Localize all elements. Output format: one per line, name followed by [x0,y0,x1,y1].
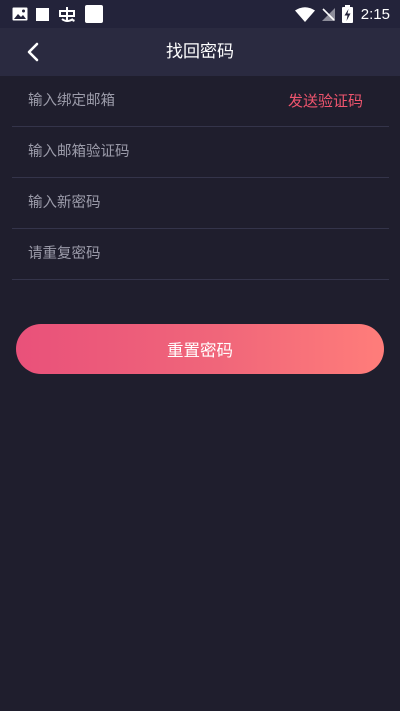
status-left-icons [12,5,103,23]
chevron-left-icon [26,42,40,62]
code-row [12,127,389,178]
verification-code-input[interactable] [28,127,373,177]
no-sim-icon [321,6,336,22]
bug-icon [57,5,77,23]
new-password-row [12,178,389,229]
battery-charging-icon [341,5,353,23]
status-right-icons: 2:15 [294,5,390,23]
app-notification-icon [85,5,103,23]
new-password-input[interactable] [28,178,373,228]
page-title: 找回密码 [166,42,234,62]
status-time: 2:15 [360,5,390,23]
status-bar: 2:15 [0,0,400,28]
back-button[interactable] [16,36,50,68]
repeat-password-row [12,229,389,280]
email-row: 发送验证码 [12,76,389,127]
nav-bar: 找回密码 [0,28,400,76]
send-code-button[interactable]: 发送验证码 [288,76,363,126]
email-input[interactable] [28,76,268,126]
reset-password-form: 发送验证码 [12,76,389,280]
image-icon [12,7,28,21]
repeat-password-input[interactable] [28,229,373,279]
wifi-icon [294,6,315,22]
square-notification-icon [36,7,49,21]
reset-password-button[interactable]: 重置密码 [16,324,384,374]
